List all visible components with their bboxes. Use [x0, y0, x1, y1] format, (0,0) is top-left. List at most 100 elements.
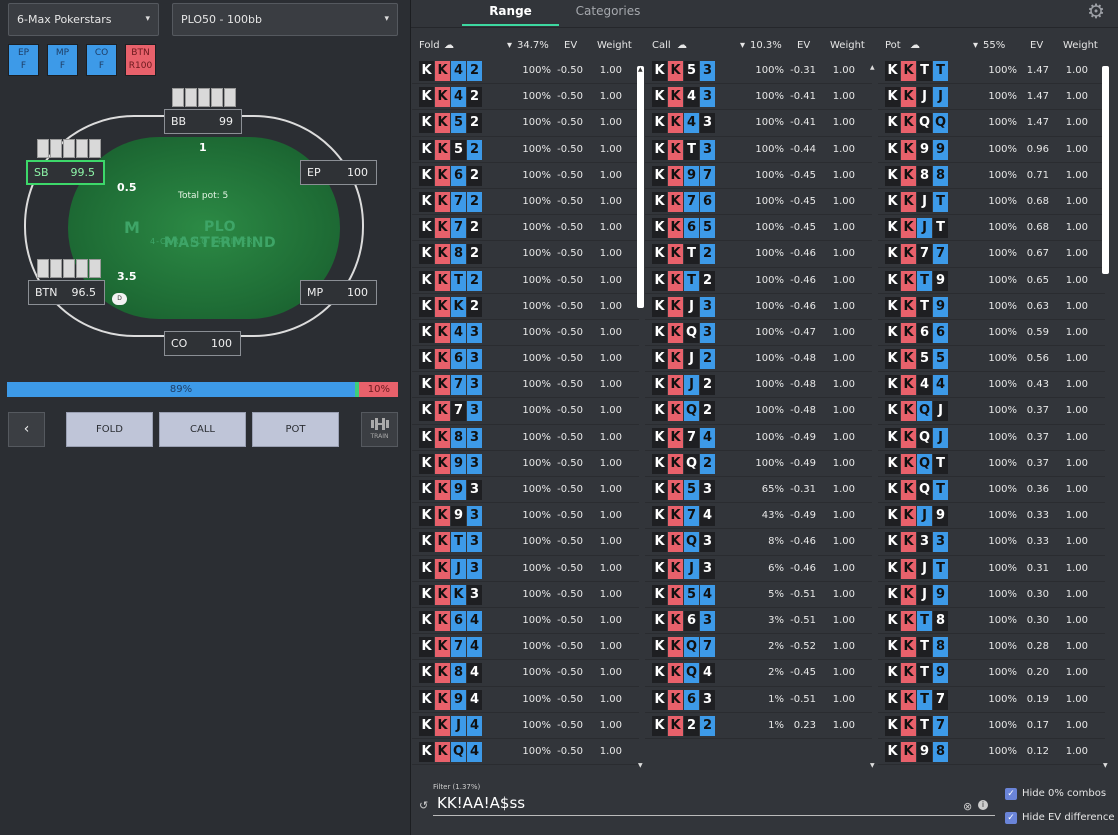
table-row[interactable]: K K 9 9 100% 0.96 1.00 — [878, 137, 1105, 163]
scroll-down-icon[interactable]: ▼ — [870, 762, 875, 769]
table-row[interactable]: K K 8 3 100% -0.50 1.00 — [412, 425, 639, 451]
table-row[interactable]: K K 6 3 3% -0.51 1.00 — [645, 608, 872, 635]
seat-bb[interactable]: BB 99 — [164, 109, 242, 134]
table-row[interactable]: K K 6 4 100% -0.50 1.00 — [412, 608, 639, 635]
table-row[interactable]: K K T 2 100% -0.50 1.00 — [412, 268, 639, 294]
weight-header[interactable]: Weight — [1063, 40, 1098, 51]
table-row[interactable]: K K Q 4 100% -0.50 1.00 — [412, 739, 639, 766]
table-row[interactable]: K K J T 100% 0.68 1.00 — [878, 189, 1105, 216]
table-row[interactable]: K K 7 4 43% -0.49 1.00 — [645, 503, 872, 530]
gear-icon[interactable]: ⚙ — [1087, 0, 1105, 23]
table-row[interactable]: K K 9 8 100% 0.12 1.00 — [878, 739, 1105, 766]
position-ep-button[interactable]: EP F — [8, 44, 39, 76]
table-row[interactable]: K K T 8 100% 0.30 1.00 — [878, 608, 1105, 635]
seat-btn[interactable]: BTN 96.5 — [28, 280, 105, 305]
table-row[interactable]: K K T 3 100% -0.50 1.00 — [412, 529, 639, 556]
seat-sb[interactable]: SB 99.5 — [26, 160, 105, 185]
hide-zero-checkbox[interactable]: ✓ — [1005, 788, 1017, 800]
pot-button[interactable]: POT — [252, 412, 339, 447]
fold-scrollbar[interactable] — [637, 66, 644, 308]
table-row[interactable]: K K 7 7 100% 0.67 1.00 — [878, 241, 1105, 268]
table-row[interactable]: K K T 9 100% 0.63 1.00 — [878, 294, 1105, 320]
table-row[interactable]: K K 6 3 1% -0.51 1.00 — [645, 687, 872, 713]
sort-icon[interactable]: ▾ — [507, 40, 512, 51]
tab-categories[interactable]: Categories — [571, 0, 645, 26]
table-row[interactable]: K K Q 3 100% -0.47 1.00 — [645, 320, 872, 347]
table-row[interactable]: K K 4 3 100% -0.41 1.00 — [645, 110, 872, 137]
table-row[interactable]: K K Q Q 100% 1.47 1.00 — [878, 110, 1105, 137]
table-row[interactable]: K K J T 100% 0.68 1.00 — [878, 215, 1105, 242]
table-row[interactable]: K K J 3 6% -0.46 1.00 — [645, 556, 872, 582]
table-row[interactable]: K K 2 2 1% 0.23 1.00 — [645, 713, 872, 739]
table-row[interactable]: K K Q T 100% 0.37 1.00 — [878, 451, 1105, 477]
table-row[interactable]: K K T 7 100% 0.19 1.00 — [878, 687, 1105, 713]
scroll-down-icon[interactable]: ▼ — [1103, 762, 1108, 769]
fold-button[interactable]: FOLD — [66, 412, 153, 447]
table-row[interactable]: K K 4 2 100% -0.50 1.00 — [412, 84, 639, 111]
table-row[interactable]: K K K 2 100% -0.50 1.00 — [412, 294, 639, 320]
table-row[interactable]: K K 6 5 100% -0.45 1.00 — [645, 215, 872, 242]
sort-icon[interactable]: ▾ — [740, 40, 745, 51]
history-icon[interactable]: ↺ — [419, 799, 428, 812]
scroll-down-icon[interactable]: ▼ — [638, 762, 643, 769]
table-row[interactable]: K K 5 2 100% -0.50 1.00 — [412, 110, 639, 137]
table-row[interactable]: K K 5 4 5% -0.51 1.00 — [645, 582, 872, 608]
table-row[interactable]: K K 5 3 65% -0.31 1.00 — [645, 477, 872, 504]
table-row[interactable]: K K Q J 100% 0.37 1.00 — [878, 425, 1105, 451]
table-row[interactable]: K K Q 3 8% -0.46 1.00 — [645, 529, 872, 556]
table-row[interactable]: K K 9 3 100% -0.50 1.00 — [412, 477, 639, 504]
table-row[interactable]: K K 5 5 100% 0.56 1.00 — [878, 346, 1105, 373]
table-row[interactable]: K K Q 7 2% -0.52 1.00 — [645, 634, 872, 661]
pot-scrollbar[interactable] — [1102, 66, 1109, 274]
table-row[interactable]: K K Q 4 2% -0.45 1.00 — [645, 660, 872, 687]
table-row[interactable]: K K T 3 100% -0.44 1.00 — [645, 137, 872, 163]
filter-input[interactable]: KK!AA!A$ss — [433, 794, 995, 816]
table-row[interactable]: K K T 2 100% -0.46 1.00 — [645, 268, 872, 294]
table-row[interactable]: K K T 8 100% 0.28 1.00 — [878, 634, 1105, 661]
table-row[interactable]: K K Q T 100% 0.36 1.00 — [878, 477, 1105, 504]
back-button[interactable]: ‹ — [8, 412, 45, 447]
cloud-icon[interactable]: ☁ — [910, 40, 920, 51]
table-row[interactable]: K K 6 2 100% -0.50 1.00 — [412, 163, 639, 189]
table-row[interactable]: K K 7 2 100% -0.50 1.00 — [412, 189, 639, 216]
table-row[interactable]: K K 7 3 100% -0.50 1.00 — [412, 398, 639, 425]
table-row[interactable]: K K 9 3 100% -0.50 1.00 — [412, 503, 639, 530]
game-select[interactable]: PLO50 - 100bb ▾ — [172, 3, 398, 36]
scroll-up-icon[interactable]: ▲ — [870, 64, 875, 71]
table-row[interactable]: K K T 2 100% -0.46 1.00 — [645, 241, 872, 268]
table-row[interactable]: K K 7 3 100% -0.50 1.00 — [412, 372, 639, 399]
table-row[interactable]: K K 7 6 100% -0.45 1.00 — [645, 189, 872, 216]
train-button[interactable]: TRAIN — [361, 412, 398, 447]
table-row[interactable]: K K 7 4 100% -0.49 1.00 — [645, 425, 872, 451]
table-row[interactable]: K K 4 3 100% -0.50 1.00 — [412, 320, 639, 347]
scroll-up-icon[interactable]: ▲ — [638, 66, 643, 73]
ev-header[interactable]: EV — [1030, 40, 1043, 51]
table-row[interactable]: K K 8 2 100% -0.50 1.00 — [412, 241, 639, 268]
seat-ep[interactable]: EP 100 — [300, 160, 377, 185]
seat-co[interactable]: CO 100 — [164, 331, 241, 356]
cloud-icon[interactable]: ☁ — [677, 40, 687, 51]
table-row[interactable]: K K T 9 100% 0.20 1.00 — [878, 660, 1105, 687]
table-row[interactable]: K K J 9 100% 0.30 1.00 — [878, 582, 1105, 608]
hide-ev-checkbox[interactable]: ✓ — [1005, 812, 1017, 824]
table-row[interactable]: K K 4 3 100% -0.41 1.00 — [645, 84, 872, 111]
ev-header[interactable]: EV — [564, 40, 577, 51]
table-row[interactable]: K K J J 100% 1.47 1.00 — [878, 84, 1105, 111]
table-row[interactable]: K K 4 2 100% -0.50 1.00 — [412, 58, 639, 85]
table-row[interactable]: K K T 9 100% 0.65 1.00 — [878, 268, 1105, 294]
position-btn-button[interactable]: BTN R100 — [125, 44, 156, 76]
ev-header[interactable]: EV — [797, 40, 810, 51]
table-row[interactable]: K K 5 2 100% -0.50 1.00 — [412, 137, 639, 163]
seat-mp[interactable]: MP 100 — [300, 280, 377, 305]
clear-icon[interactable]: ⊗ — [963, 800, 972, 813]
table-row[interactable]: K K 7 4 100% -0.50 1.00 — [412, 634, 639, 661]
table-row[interactable]: K K J 3 100% -0.50 1.00 — [412, 556, 639, 582]
table-row[interactable]: K K K 3 100% -0.50 1.00 — [412, 582, 639, 608]
table-row[interactable]: K K 3 3 100% 0.33 1.00 — [878, 529, 1105, 556]
table-row[interactable]: K K J T 100% 0.31 1.00 — [878, 556, 1105, 582]
weight-header[interactable]: Weight — [830, 40, 865, 51]
table-row[interactable]: K K T 7 100% 0.17 1.00 — [878, 713, 1105, 739]
table-row[interactable]: K K Q 2 100% -0.48 1.00 — [645, 398, 872, 425]
position-mp-button[interactable]: MP F — [47, 44, 78, 76]
table-row[interactable]: K K 5 3 100% -0.31 1.00 — [645, 58, 872, 85]
